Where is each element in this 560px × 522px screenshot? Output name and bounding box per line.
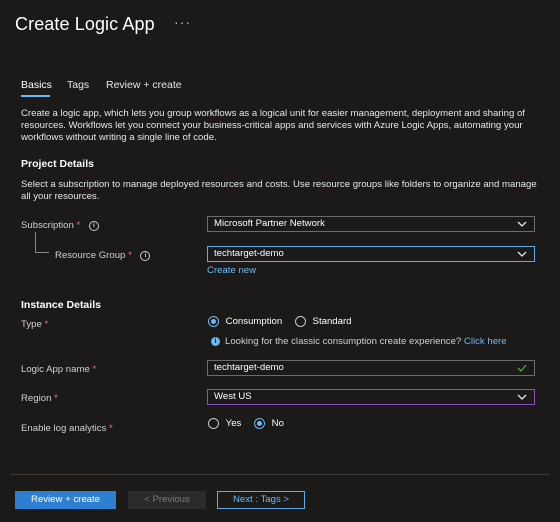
page-title: Create Logic App [15,14,155,34]
chevron-down-icon [517,251,527,257]
logic-app-name-label: Logic App name * [21,364,97,375]
log-analytics-label: Enable log analytics * [21,423,113,434]
info-icon: i [211,336,220,346]
footer-divider [10,474,550,475]
instance-details-heading: Instance Details [21,299,101,311]
required-marker: * [76,220,81,231]
region-select[interactable]: West US [207,389,535,405]
chevron-down-icon [517,394,527,400]
info-icon[interactable]: i [88,221,99,231]
log-yes-label[interactable]: Yes [226,418,242,429]
tree-connector [35,252,49,253]
log-no-label[interactable]: No [272,418,284,429]
required-marker: * [109,423,113,434]
region-label: Region * [21,393,58,404]
project-details-description: Select a subscription to manage deployed… [21,179,537,202]
tab-review-create[interactable]: Review + create [106,79,182,91]
log-no-radio[interactable] [254,418,265,429]
standard-option-label[interactable]: Standard [313,316,352,327]
subscription-label: Subscription * i [21,220,99,231]
type-label: Type * [21,319,49,330]
consumption-radio[interactable] [208,316,219,327]
tree-connector [35,232,36,252]
intro-description: Create a logic app, which lets you group… [21,108,525,143]
required-marker: * [92,364,97,375]
classic-experience-notice: i Looking for the classic consumption cre… [211,336,507,347]
previous-button[interactable]: < Previous [128,491,206,509]
click-here-link[interactable]: Click here [464,336,507,347]
log-yes-radio[interactable] [208,418,219,429]
required-marker: * [128,250,132,261]
checkmark-icon [517,364,527,372]
type-radio-group: Consumption Standard [208,316,351,327]
tab-tags[interactable]: Tags [67,79,89,91]
resource-group-label: Resource Group * i [55,250,151,261]
log-analytics-radio-group: Yes No [208,418,284,429]
next-tags-button[interactable]: Next : Tags > [217,491,305,509]
review-create-button[interactable]: Review + create [15,491,116,509]
chevron-down-icon [517,221,527,227]
create-new-link[interactable]: Create new [207,265,256,276]
resource-group-select[interactable]: techtarget-demo [207,246,535,262]
subscription-select[interactable]: Microsoft Partner Network [207,216,535,232]
info-icon[interactable]: i [140,251,151,261]
project-details-heading: Project Details [21,158,94,170]
tab-basics[interactable]: Basics [21,79,52,91]
required-marker: * [54,393,58,404]
more-options-button[interactable]: ··· [174,14,191,30]
required-marker: * [44,319,49,330]
standard-radio[interactable] [294,316,306,327]
consumption-option-label[interactable]: Consumption [226,316,283,327]
active-tab-indicator [21,95,50,97]
logic-app-name-input[interactable]: techtarget-demo [207,360,535,376]
